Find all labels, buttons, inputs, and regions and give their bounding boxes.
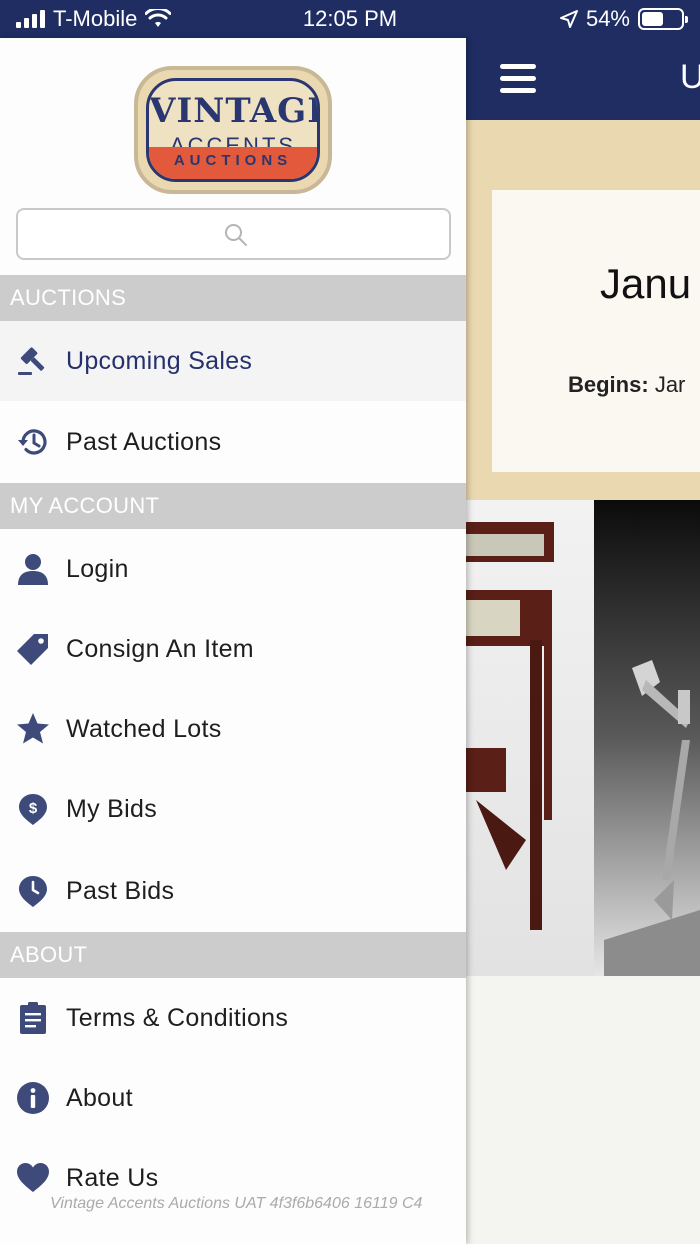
menu-item-past-bids[interactable]: Past Bids bbox=[0, 851, 466, 931]
menu-label: Watched Lots bbox=[66, 714, 222, 743]
heart-icon bbox=[17, 1163, 49, 1192]
battery-icon bbox=[638, 8, 688, 30]
menu-label: About bbox=[66, 1083, 133, 1112]
vintage-accents-logo: VINTAGE ACCENTS AUCTIONS bbox=[134, 66, 332, 194]
clipboard-icon bbox=[20, 1002, 46, 1034]
table-image bbox=[466, 522, 554, 930]
sculpture-image bbox=[604, 660, 700, 976]
menu-label: Rate Us bbox=[66, 1163, 159, 1192]
menu-label: Terms & Conditions bbox=[66, 1003, 289, 1032]
menu-item-upcoming-sales[interactable]: Upcoming Sales bbox=[0, 321, 466, 401]
sale-title: Janu bbox=[600, 260, 692, 307]
lot-photo-table[interactable] bbox=[466, 500, 594, 976]
lot-photos[interactable] bbox=[466, 500, 700, 976]
menu-item-login[interactable]: Login bbox=[0, 529, 466, 609]
menu-label: Login bbox=[66, 554, 129, 583]
menu-label: Upcoming Sales bbox=[66, 346, 253, 375]
menu-label: Consign An Item bbox=[66, 634, 254, 663]
user-icon bbox=[18, 554, 48, 585]
gavel-icon bbox=[18, 347, 45, 375]
menu-label: My Bids bbox=[66, 794, 158, 823]
sale-begins: Begins: Jar bbox=[568, 372, 686, 397]
tag-icon bbox=[17, 634, 48, 665]
menu-label: Past Bids bbox=[66, 876, 175, 905]
search-box[interactable] bbox=[16, 208, 451, 260]
menu-item-about[interactable]: About bbox=[0, 1058, 466, 1138]
battery-percent: 54% bbox=[585, 6, 630, 31]
info-icon bbox=[17, 1082, 49, 1114]
clock-pin-icon bbox=[19, 876, 47, 907]
section-header-my-account: MY ACCOUNT bbox=[0, 483, 466, 529]
main-title: U bbox=[680, 58, 700, 96]
side-drawer: VINTAGE ACCENTS AUCTIONS AUCTIONS Upcomi… bbox=[0, 38, 466, 1244]
menu-item-watched-lots[interactable]: Watched Lots bbox=[0, 689, 466, 769]
menu-icon[interactable] bbox=[500, 64, 536, 94]
app-version-text: Vintage Accents Auctions UAT 4f3f6b6406 … bbox=[50, 1195, 423, 1212]
menu-label: Past Auctions bbox=[66, 427, 222, 456]
menu-item-consign[interactable]: Consign An Item bbox=[0, 609, 466, 689]
status-bar: T-Mobile 12:05 PM 54% bbox=[0, 0, 700, 38]
svg-text:$: $ bbox=[29, 800, 38, 817]
search-icon bbox=[225, 224, 247, 246]
menu-item-terms[interactable]: Terms & Conditions bbox=[0, 978, 466, 1058]
section-header-auctions: AUCTIONS bbox=[0, 275, 466, 321]
lot-photo-sculpture[interactable] bbox=[594, 500, 700, 976]
dollar-pin-icon: $ bbox=[19, 794, 47, 825]
main-top-bar: U bbox=[466, 38, 700, 120]
sale-banner[interactable]: Janu Begins: Jar bbox=[466, 120, 700, 500]
star-icon bbox=[17, 713, 49, 744]
history-icon bbox=[18, 429, 47, 455]
location-arrow-icon bbox=[559, 10, 578, 28]
section-header-about: ABOUT bbox=[0, 932, 466, 978]
logo-text-auctions: AUCTIONS bbox=[173, 152, 293, 169]
logo-text-vintage: VINTAGE bbox=[149, 91, 320, 131]
menu-item-my-bids[interactable]: $ My Bids bbox=[0, 769, 466, 849]
menu-item-past-auctions[interactable]: Past Auctions bbox=[0, 402, 466, 482]
sale-card[interactable]: Janu Begins: Jar bbox=[492, 190, 700, 472]
main-content: U Janu Begins: Jar bbox=[466, 38, 700, 1244]
